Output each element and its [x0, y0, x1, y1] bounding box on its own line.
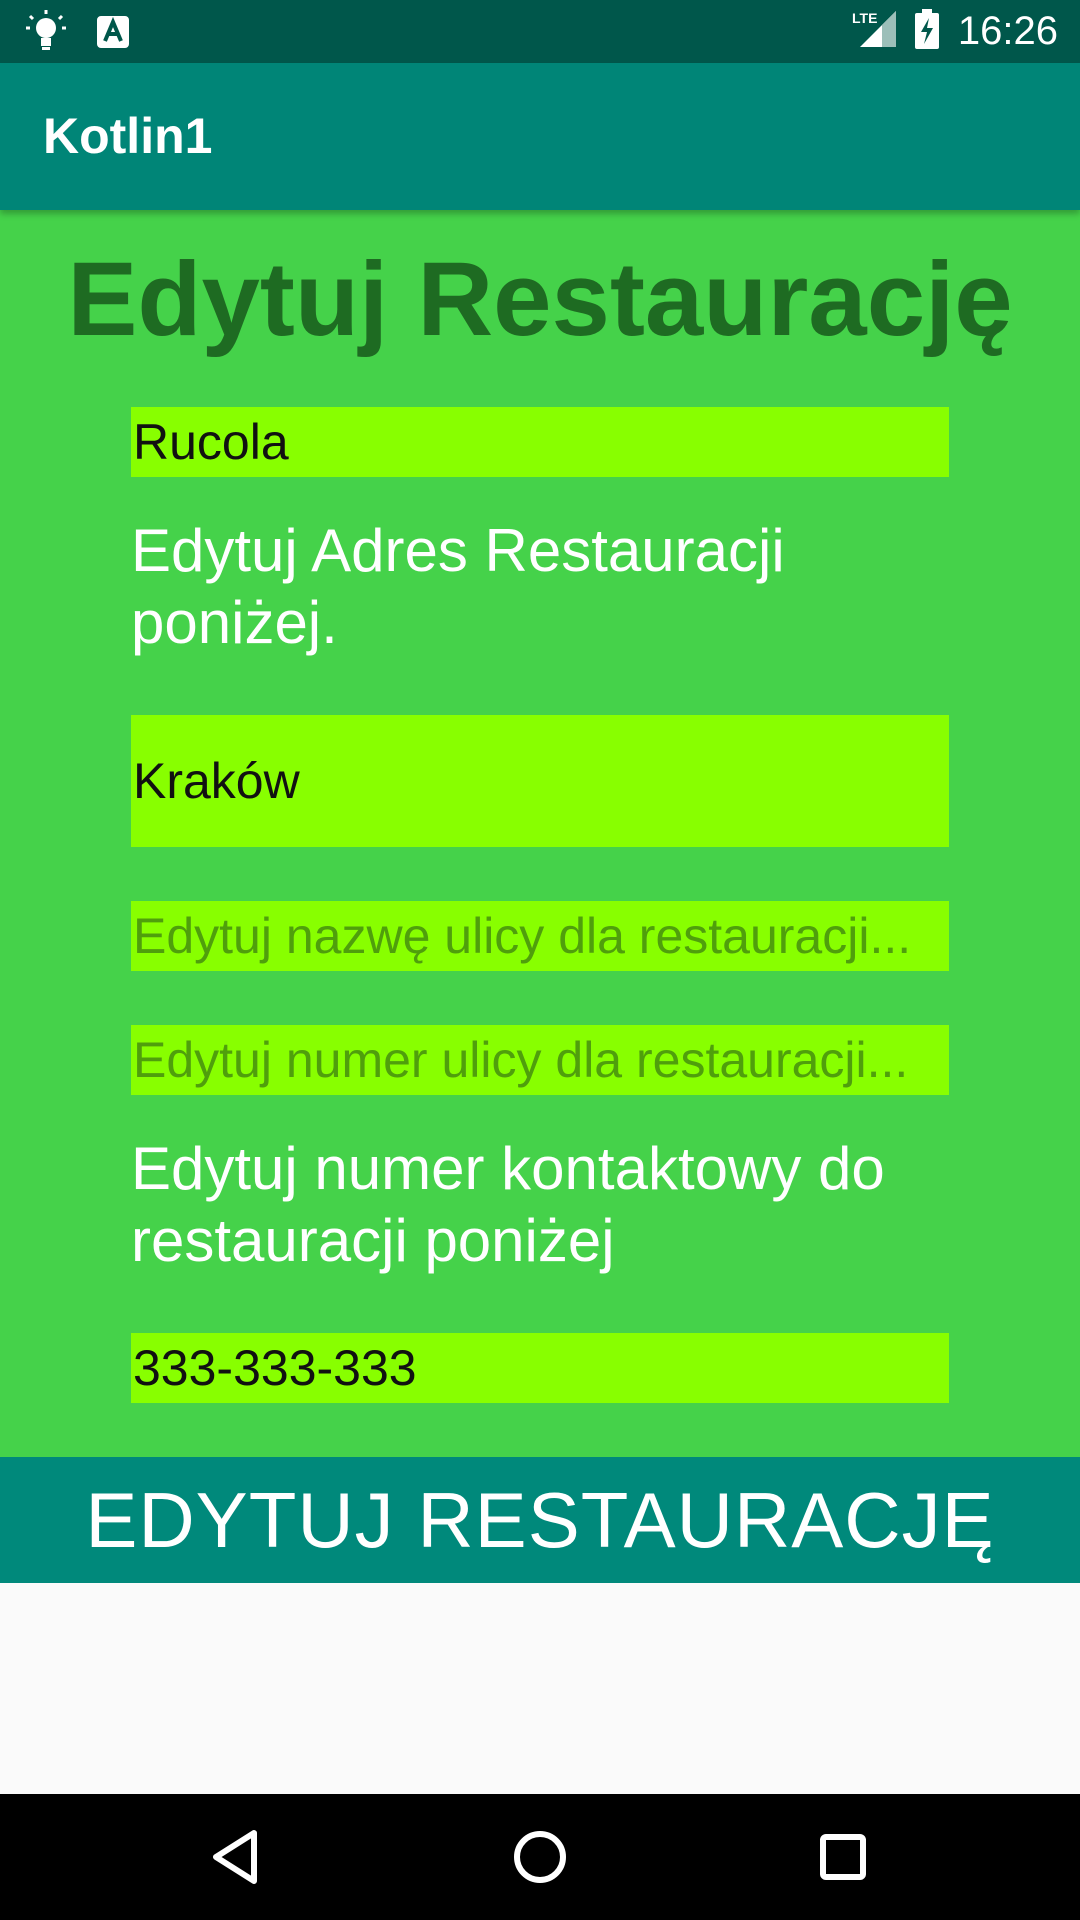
a-badge-icon	[96, 15, 130, 54]
phone-input[interactable]: 333-333-333	[131, 1333, 949, 1403]
clock: 16:26	[957, 9, 1058, 53]
network-type-label: LTE	[852, 10, 877, 26]
lightbulb-icon	[26, 10, 66, 59]
contact-label: Edytuj numer kontaktowy do restauracji p…	[131, 1135, 885, 1274]
recents-icon[interactable]	[808, 1822, 878, 1892]
app-title: Kotlin1	[43, 108, 213, 164]
street-name-input[interactable]: Edytuj nazwę ulicy dla restauracji...	[131, 901, 949, 971]
battery-charging-icon	[914, 9, 940, 54]
empty-area	[0, 1583, 1080, 1794]
signal-icon: LTE	[852, 9, 896, 54]
status-bar-notifications	[26, 10, 130, 59]
back-icon[interactable]	[200, 1822, 270, 1892]
home-icon[interactable]	[505, 1822, 575, 1892]
page-title: Edytuj Restaurację	[67, 241, 1013, 358]
status-bar-system: LTE 16:26	[852, 0, 1058, 63]
edit-restaurant-button[interactable]: EDYTUJ RESTAURACJĘ	[0, 1457, 1080, 1583]
street-number-input[interactable]: Edytuj numer ulicy dla restauracji...	[131, 1025, 949, 1095]
edit-restaurant-form: Edytuj Restaurację Rucola Edytuj Adres R…	[0, 210, 1080, 1457]
city-input[interactable]: Kraków	[131, 715, 949, 847]
app-bar: Kotlin1	[0, 63, 1080, 210]
navigation-bar	[0, 1794, 1080, 1920]
address-label: Edytuj Adres Restauracji poniżej.	[131, 517, 785, 656]
status-bar: LTE 16:26	[0, 0, 1080, 63]
restaurant-name-input[interactable]: Rucola	[131, 407, 949, 477]
